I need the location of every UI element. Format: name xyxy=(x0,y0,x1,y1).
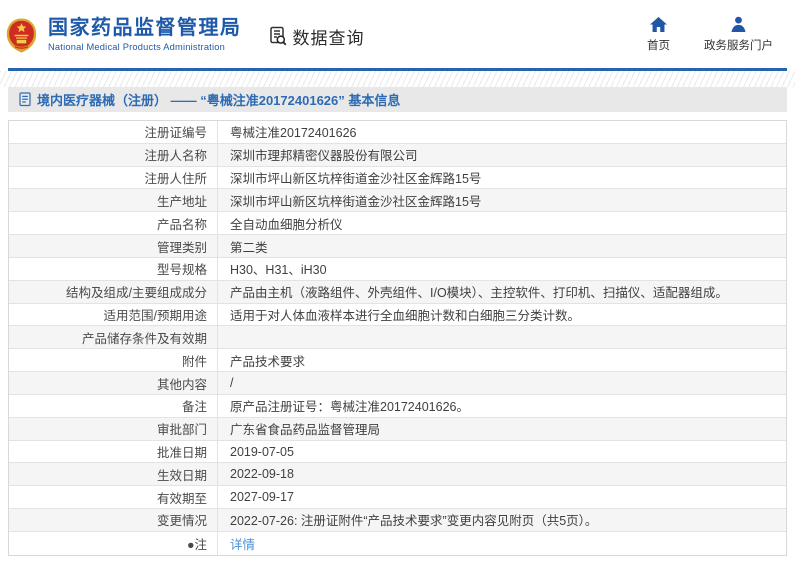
data-query-icon xyxy=(269,26,286,46)
row-value: 广东省食品药品监督管理局 xyxy=(230,423,381,438)
row-value: 原产品注册证号：粤械注准20172401626。 xyxy=(230,400,469,415)
row-label: 其他内容 xyxy=(9,372,218,394)
table-row: ●注 详情 xyxy=(9,531,786,555)
row-value: 详情 xyxy=(218,532,786,555)
row-value: 产品由主机（液路组件、外壳组件、I/O模块）、主控软件、打印机、扫描仪、适配器组… xyxy=(230,286,728,301)
row-value: 全自动血细胞分析仪 xyxy=(230,217,343,232)
row-value xyxy=(218,326,786,348)
table-row: 备注 原产品注册证号：粤械注准20172401626。 xyxy=(9,394,786,418)
row-label: ●注 xyxy=(9,531,218,555)
row-label: 变更情况 xyxy=(9,509,218,531)
row-label: 有效期至 xyxy=(9,486,218,509)
table-row: 附件 产品技术要求 xyxy=(9,349,786,373)
row-value: 产品技术要求 xyxy=(230,354,306,369)
table-row: 生产地址 深圳市坪山新区坑梓街道金沙社区金辉路15号 xyxy=(9,189,786,213)
row-value: 2027-09-17 xyxy=(230,490,294,505)
brand[interactable]: 国家药品监督管理局 National Medical Products Admi… xyxy=(6,14,242,54)
row-value: 第二类 xyxy=(230,240,268,255)
breadcrumb: 境内医疗器械（注册） —— “粤械注准20172401626” 基本信息 xyxy=(8,87,787,112)
home-icon xyxy=(650,16,667,32)
nav-home-label: 首页 xyxy=(647,39,670,52)
row-label: 附件 xyxy=(9,349,218,372)
table-row: 适用范围/预期用途 适用于对人体血液样本进行全血细胞计数和白细胞三分类计数。 xyxy=(9,303,786,327)
page-title: 境内医疗器械（注册） —— “粤械注准20172401626” 基本信息 xyxy=(37,93,401,108)
row-value: 2022-09-18 xyxy=(230,467,294,482)
nav-portal[interactable]: 政务服务门户 xyxy=(704,16,773,53)
row-label: 产品储存条件及有效期 xyxy=(9,326,218,349)
row-label: 注册证编号 xyxy=(9,121,218,143)
site-header: 国家药品监督管理局 National Medical Products Admi… xyxy=(0,0,795,68)
data-query-text: 数据查询 xyxy=(292,28,365,48)
row-label: 适用范围/预期用途 xyxy=(9,303,218,326)
row-label: 生效日期 xyxy=(9,463,218,486)
row-value: 2019-07-05 xyxy=(230,444,294,459)
row-value: 深圳市坪山新区坑梓街道金沙社区金辉路15号 xyxy=(230,172,482,187)
document-icon xyxy=(19,92,31,107)
row-label: 结构及组成/主要组成成分 xyxy=(9,280,218,303)
nav-portal-label: 政务服务门户 xyxy=(704,39,773,52)
row-label: 批准日期 xyxy=(9,440,218,463)
brand-text: 国家药品监督管理局 National Medical Products Admi… xyxy=(48,17,242,52)
row-value: 2022-07-26: 注册证附件“产品技术要求”变更内容见附页（共5页）。 xyxy=(230,514,598,529)
national-emblem-logo xyxy=(6,18,37,53)
row-label: 注册人住所 xyxy=(9,166,218,189)
row-value: H30、H31、iH30 xyxy=(230,263,327,278)
table-row: 审批部门 广东省食品药品监督管理局 xyxy=(9,417,786,441)
table-row: 管理类别 第二类 xyxy=(9,235,786,258)
row-label: 管理类别 xyxy=(9,235,218,257)
table-row: 注册人住所 深圳市坪山新区坑梓街道金沙社区金辉路15号 xyxy=(9,166,786,190)
table-row: 批准日期 2019-07-05 xyxy=(9,440,786,464)
user-icon xyxy=(731,16,746,32)
nav-home[interactable]: 首页 xyxy=(647,16,670,53)
row-label: 型号规格 xyxy=(9,257,218,280)
row-value: 粤械注准20172401626 xyxy=(230,126,357,141)
row-label: 生产地址 xyxy=(9,189,218,212)
row-value: 适用于对人体血液样本进行全血细胞计数和白细胞三分类计数。 xyxy=(230,309,581,324)
row-label: 备注 xyxy=(9,394,218,417)
row-label: 审批部门 xyxy=(9,417,218,440)
table-row: 生效日期 2022-09-18 xyxy=(9,463,786,487)
page: 国家药品监督管理局 National Medical Products Admi… xyxy=(0,0,795,562)
data-query[interactable]: 数据查询 xyxy=(269,24,365,49)
row-label: 产品名称 xyxy=(9,212,218,235)
row-value: / xyxy=(230,376,234,391)
row-value: 深圳市坪山新区坑梓街道金沙社区金辉路15号 xyxy=(230,194,482,209)
row-label: 注册人名称 xyxy=(9,143,218,166)
org-name-en: National Medical Products Administration xyxy=(48,41,225,52)
top-nav: 首页 政务服务门户 xyxy=(647,16,773,53)
table-row: 产品储存条件及有效期 xyxy=(9,326,786,350)
detail-link[interactable]: 详情 xyxy=(230,534,255,553)
org-name-zh: 国家药品监督管理局 xyxy=(48,16,242,39)
table-row: 结构及组成/主要组成成分 产品由主机（液路组件、外壳组件、I/O模块）、主控软件… xyxy=(9,280,786,304)
row-value: 深圳市理邦精密仪器股份有限公司 xyxy=(230,149,418,164)
table-row: 其他内容 / xyxy=(9,372,786,395)
table-row: 注册人名称 深圳市理邦精密仪器股份有限公司 xyxy=(9,143,786,167)
table-row: 型号规格 H30、H31、iH30 xyxy=(9,257,786,281)
table-row: 注册证编号 粤械注准20172401626 xyxy=(9,121,786,144)
decorative-hatch-band xyxy=(0,71,795,87)
table-row: 有效期至 2027-09-17 xyxy=(9,486,786,510)
table-row: 产品名称 全自动血细胞分析仪 xyxy=(9,212,786,236)
table-row: 变更情况 2022-07-26: 注册证附件“产品技术要求”变更内容见附页（共5… xyxy=(9,509,786,532)
info-table: 注册证编号 粤械注准20172401626 注册人名称 深圳市理邦精密仪器股份有… xyxy=(8,120,787,556)
